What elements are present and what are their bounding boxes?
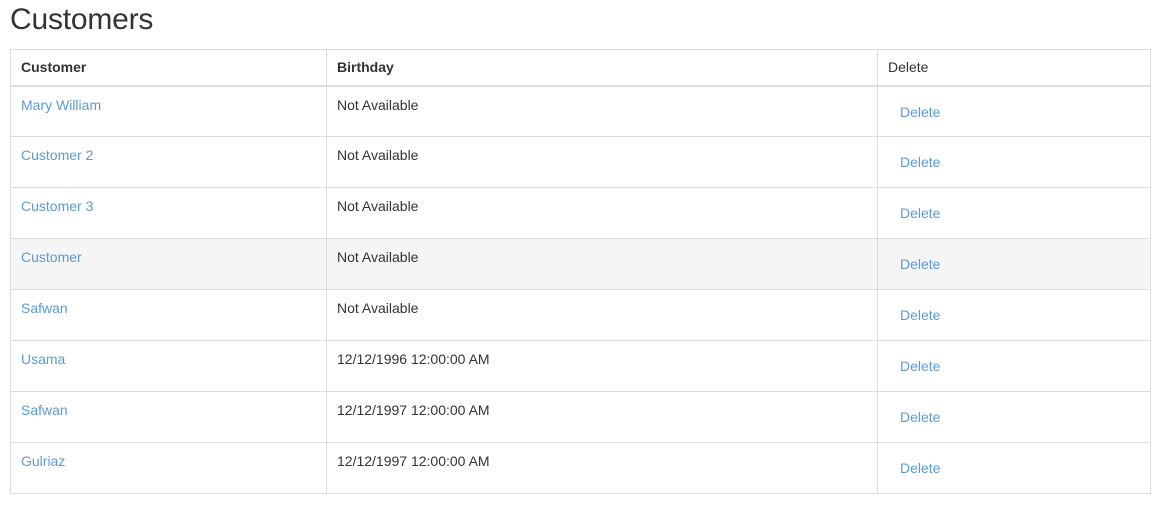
delete-link[interactable]: Delete — [900, 307, 940, 323]
table-row: Customer Not Available Delete — [11, 239, 1151, 290]
cell-delete: Delete — [878, 137, 1151, 188]
birthday-value: Not Available — [337, 97, 418, 113]
cell-birthday: Not Available — [327, 137, 878, 188]
customers-table: Customer Birthday Delete Mary William Not… — [10, 49, 1151, 494]
table-row: Customer 2 Not Available Delete — [11, 137, 1151, 188]
cell-customer: Safwan — [11, 392, 327, 443]
delete-link[interactable]: Delete — [900, 409, 940, 425]
cell-customer: Customer — [11, 239, 327, 290]
birthday-value: Not Available — [337, 198, 418, 214]
delete-link[interactable]: Delete — [900, 205, 940, 221]
table-header-row: Customer Birthday Delete — [11, 50, 1151, 86]
cell-delete: Delete — [878, 188, 1151, 239]
table-row: Gulriaz 12/12/1997 12:00:00 AM Delete — [11, 443, 1151, 494]
cell-delete: Delete — [878, 86, 1151, 137]
cell-birthday: Not Available — [327, 188, 878, 239]
table-row: Safwan 12/12/1997 12:00:00 AM Delete — [11, 392, 1151, 443]
cell-delete: Delete — [878, 443, 1151, 494]
table-header: Customer Birthday Delete — [11, 50, 1151, 86]
table-body: Mary WilliamNot AvailableDeleteCustomer … — [11, 86, 1151, 494]
cell-customer: Gulriaz — [11, 443, 327, 494]
delete-link[interactable]: Delete — [900, 104, 940, 120]
cell-customer: Mary William — [11, 86, 327, 137]
table-row: Mary William Not Available Delete — [11, 86, 1151, 137]
column-header-birthday: Birthday — [327, 50, 878, 86]
cell-customer: Customer 3 — [11, 188, 327, 239]
page-title: Customers — [10, 0, 1160, 38]
cell-birthday: 12/12/1997 12:00:00 AM — [327, 392, 878, 443]
cell-birthday: Not Available — [327, 290, 878, 341]
customer-link[interactable]: Safwan — [21, 402, 68, 418]
cell-customer: Safwan — [11, 290, 327, 341]
customer-link[interactable]: Customer 2 — [21, 147, 93, 163]
birthday-value: Not Available — [337, 300, 418, 316]
column-header-customer: Customer — [11, 50, 327, 86]
customer-link[interactable]: Gulriaz — [21, 453, 65, 469]
delete-link[interactable]: Delete — [900, 256, 940, 272]
cell-birthday: 12/12/1997 12:00:00 AM — [327, 443, 878, 494]
birthday-value: 12/12/1997 12:00:00 AM — [337, 453, 490, 469]
table-row: Safwan Not Available Delete — [11, 290, 1151, 341]
cell-delete: Delete — [878, 392, 1151, 443]
delete-link[interactable]: Delete — [900, 460, 940, 476]
customer-link[interactable]: Customer — [21, 249, 82, 265]
column-header-delete: Delete — [878, 50, 1151, 86]
delete-link[interactable]: Delete — [900, 154, 940, 170]
cell-birthday: Not Available — [327, 239, 878, 290]
birthday-value: Not Available — [337, 147, 418, 163]
table-row: Customer 3 Not Available Delete — [11, 188, 1151, 239]
cell-customer: Customer 2 — [11, 137, 327, 188]
cell-birthday: 12/12/1996 12:00:00 AM — [327, 341, 878, 392]
birthday-value: 12/12/1996 12:00:00 AM — [337, 351, 490, 367]
birthday-value: Not Available — [337, 249, 418, 265]
customers-page: Customers Customer Birthday Delete Mary … — [0, 0, 1170, 506]
customer-link[interactable]: Safwan — [21, 300, 68, 316]
cell-delete: Delete — [878, 290, 1151, 341]
customer-link[interactable]: Usama — [21, 351, 65, 367]
cell-customer: Usama — [11, 341, 327, 392]
delete-link[interactable]: Delete — [900, 358, 940, 374]
cell-birthday: Not Available — [327, 86, 878, 137]
customer-link[interactable]: Customer 3 — [21, 198, 93, 214]
cell-delete: Delete — [878, 239, 1151, 290]
customer-link[interactable]: Mary William — [21, 97, 101, 113]
birthday-value: 12/12/1997 12:00:00 AM — [337, 402, 490, 418]
table-row: Usama 12/12/1996 12:00:00 AM Delete — [11, 341, 1151, 392]
cell-delete: Delete — [878, 341, 1151, 392]
